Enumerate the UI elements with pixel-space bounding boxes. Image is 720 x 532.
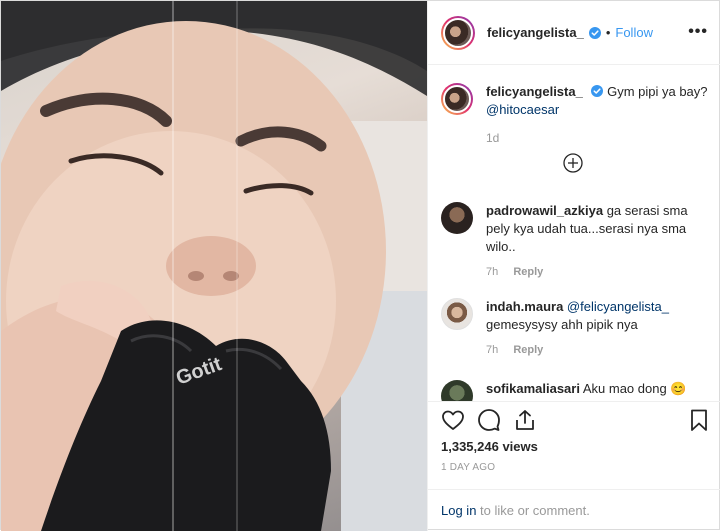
commenter-avatar[interactable] — [441, 380, 473, 401]
comment-time: 7h — [486, 344, 499, 356]
comment-text: Aku mao dong 😊 — [582, 381, 687, 396]
author-username[interactable]: felicyangelista_ — [487, 25, 584, 40]
post-header: felicyangelista_ • Follow ••• — [428, 1, 720, 65]
post-frame: Gotit felicyangelista_ • Follow ••• feli… — [0, 0, 720, 531]
post-side-panel: felicyangelista_ • Follow ••• felicyange… — [427, 1, 720, 531]
comment-item: sofikamaliasari Aku mao dong 😊 — [441, 380, 711, 401]
login-prompt: Log in to like or comment. — [428, 489, 720, 532]
comment-text: gemesysysy ahh pipik nya — [486, 317, 638, 332]
commenter-avatar[interactable] — [441, 298, 473, 330]
heart-icon[interactable] — [441, 408, 465, 432]
caption-username[interactable]: felicyangelista_ — [486, 84, 583, 99]
commenter-username[interactable]: indah.maura — [486, 299, 563, 314]
separator-dot: • — [605, 25, 611, 40]
verified-badge-icon — [588, 26, 601, 39]
load-more-icon[interactable] — [563, 153, 583, 173]
post-date: 1 DAY AGO — [441, 462, 496, 473]
view-count[interactable]: 1,335,246 views — [441, 439, 538, 454]
share-icon[interactable] — [513, 408, 537, 432]
comment-item: padrowawil_azkiya ga serasi sma pely kya… — [441, 202, 711, 278]
verified-badge-icon — [591, 85, 604, 97]
caption-time: 1d — [486, 131, 500, 145]
caption-mention[interactable]: @hitocaesar — [486, 102, 559, 117]
more-options-icon[interactable]: ••• — [688, 23, 708, 41]
action-icons — [441, 408, 711, 436]
post-media[interactable]: Gotit — [1, 1, 427, 531]
bookmark-icon[interactable] — [687, 408, 711, 432]
comment-icon[interactable] — [477, 408, 501, 432]
reply-button[interactable]: Reply — [513, 344, 543, 356]
caption-text: Gym pipi ya bay? — [607, 84, 708, 99]
login-prompt-text: to like or comment. — [476, 503, 590, 518]
comments-section: felicyangelista_ Gym pipi ya bay? @hitoc… — [428, 66, 720, 401]
comment-meta: 7h Reply — [486, 266, 711, 278]
post-actions: 1,335,246 views 1 DAY AGO Log in to like… — [428, 401, 720, 531]
caption: felicyangelista_ Gym pipi ya bay? @hitoc… — [441, 83, 711, 145]
caption-avatar[interactable] — [441, 83, 473, 115]
commenter-avatar[interactable] — [441, 202, 473, 234]
author-avatar[interactable] — [441, 15, 475, 50]
reply-button[interactable]: Reply — [513, 266, 543, 278]
commenter-username[interactable]: padrowawil_azkiya — [486, 203, 603, 218]
comment-item: indah.maura @felicyangelista_ gemesysysy… — [441, 298, 711, 356]
comment-meta: 7h Reply — [486, 344, 711, 356]
comment-mention[interactable]: @felicyangelista_ — [567, 299, 669, 314]
comment-time: 7h — [486, 266, 499, 278]
media-illustration: Gotit — [1, 1, 427, 531]
commenter-username[interactable]: sofikamaliasari — [486, 381, 580, 396]
login-link[interactable]: Log in — [441, 503, 476, 518]
follow-button[interactable]: Follow — [615, 25, 653, 40]
